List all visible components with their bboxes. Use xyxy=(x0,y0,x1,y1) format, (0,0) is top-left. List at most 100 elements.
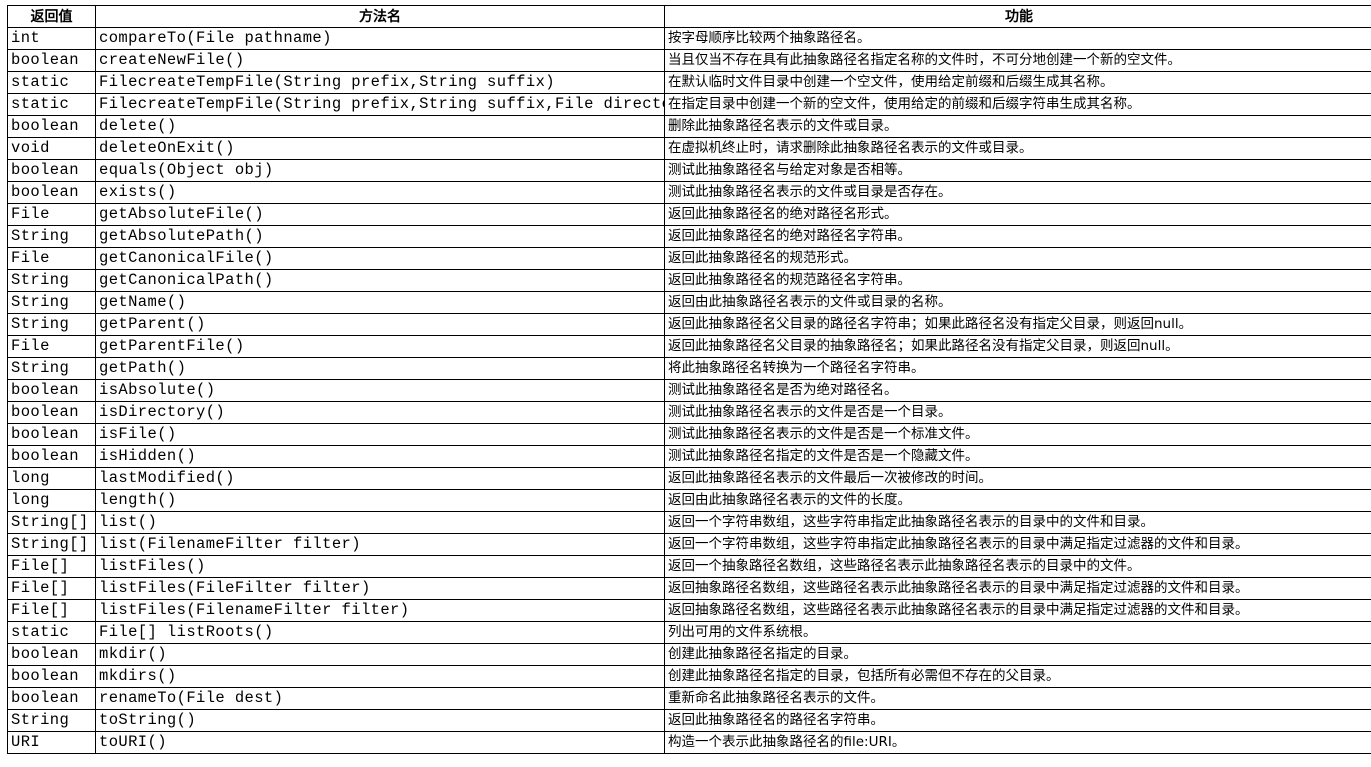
description-cell: 返回一个字符串数组，这些字符串指定此抽象路径名表示的目录中的文件和目录。 xyxy=(665,512,1371,534)
method-name-cell: isAbsolute() xyxy=(96,380,665,402)
method-name-cell: renameTo(File dest) xyxy=(96,688,665,710)
method-name-cell: exists() xyxy=(96,182,665,204)
return-type-cell: boolean xyxy=(8,424,96,446)
description-cell: 返回此抽象路径名的绝对路径名形式。 xyxy=(665,204,1371,226)
return-type-cell: String xyxy=(8,358,96,380)
description-cell: 测试此抽象路径名是否为绝对路径名。 xyxy=(665,380,1371,402)
table-header-row: 返回值 方法名 功能 xyxy=(8,6,1371,28)
table-row: booleancreateNewFile()当且仅当不存在具有此抽象路径名指定名… xyxy=(8,50,1371,72)
method-name-cell: getPath() xyxy=(96,358,665,380)
description-cell: 创建此抽象路径名指定的目录。 xyxy=(665,644,1371,666)
method-name-cell: delete() xyxy=(96,116,665,138)
method-name-cell: isDirectory() xyxy=(96,402,665,424)
table-row: File[]listFiles()返回一个抽象路径名数组，这些路径名表示此抽象路… xyxy=(8,556,1371,578)
method-name-cell: getCanonicalPath() xyxy=(96,270,665,292)
return-type-cell: boolean xyxy=(8,50,96,72)
description-cell: 在虚拟机终止时，请求删除此抽象路径名表示的文件或目录。 xyxy=(665,138,1371,160)
return-type-cell: File[] xyxy=(8,600,96,622)
table-body: intcompareTo(File pathname)按字母顺序比较两个抽象路径… xyxy=(8,28,1371,754)
table-row: StringtoString()返回此抽象路径名的路径名字符串。 xyxy=(8,710,1371,732)
description-cell: 返回此抽象路径名父目录的路径名字符串；如果此路径名没有指定父目录，则返回null… xyxy=(665,314,1371,336)
column-header-function: 功能 xyxy=(665,6,1371,28)
return-type-cell: long xyxy=(8,468,96,490)
description-cell: 返回此抽象路径名表示的文件最后一次被修改的时间。 xyxy=(665,468,1371,490)
description-cell: 返回一个抽象路径名数组，这些路径名表示此抽象路径名表示的目录中的文件。 xyxy=(665,556,1371,578)
table-row: booleanmkdir()创建此抽象路径名指定的目录。 xyxy=(8,644,1371,666)
column-header-method-name: 方法名 xyxy=(96,6,665,28)
description-cell: 在指定目录中创建一个新的空文件，使用给定的前缀和后缀字符串生成其名称。 xyxy=(665,94,1371,116)
description-cell: 返回抽象路径名数组，这些路径名表示此抽象路径名表示的目录中满足指定过滤器的文件和… xyxy=(665,600,1371,622)
description-cell: 测试此抽象路径名表示的文件是否是一个目录。 xyxy=(665,402,1371,424)
method-name-cell: listFiles(FilenameFilter filter) xyxy=(96,600,665,622)
return-type-cell: URI xyxy=(8,732,96,754)
method-name-cell: FilecreateTempFile(String prefix,String … xyxy=(96,72,665,94)
description-cell: 按字母顺序比较两个抽象路径名。 xyxy=(665,28,1371,50)
table-row: StringgetAbsolutePath()返回此抽象路径名的绝对路径名字符串… xyxy=(8,226,1371,248)
return-type-cell: boolean xyxy=(8,666,96,688)
table-row: FilegetCanonicalFile()返回此抽象路径名的规范形式。 xyxy=(8,248,1371,270)
method-name-cell: isFile() xyxy=(96,424,665,446)
return-type-cell: boolean xyxy=(8,160,96,182)
description-cell: 删除此抽象路径名表示的文件或目录。 xyxy=(665,116,1371,138)
return-type-cell: boolean xyxy=(8,446,96,468)
table-row: StringgetPath()将此抽象路径名转换为一个路径名字符串。 xyxy=(8,358,1371,380)
method-name-cell: toString() xyxy=(96,710,665,732)
table-row: booleanisAbsolute()测试此抽象路径名是否为绝对路径名。 xyxy=(8,380,1371,402)
description-cell: 返回抽象路径名数组，这些路径名表示此抽象路径名表示的目录中满足指定过滤器的文件和… xyxy=(665,578,1371,600)
table-row: booleanrenameTo(File dest)重新命名此抽象路径名表示的文… xyxy=(8,688,1371,710)
table-row: FilegetAbsoluteFile()返回此抽象路径名的绝对路径名形式。 xyxy=(8,204,1371,226)
return-type-cell: File[] xyxy=(8,578,96,600)
table-row: booleanisDirectory()测试此抽象路径名表示的文件是否是一个目录… xyxy=(8,402,1371,424)
description-cell: 将此抽象路径名转换为一个路径名字符串。 xyxy=(665,358,1371,380)
description-cell: 返回由此抽象路径名表示的文件或目录的名称。 xyxy=(665,292,1371,314)
description-cell: 重新命名此抽象路径名表示的文件。 xyxy=(665,688,1371,710)
method-name-cell: length() xyxy=(96,490,665,512)
description-cell: 在默认临时文件目录中创建一个空文件，使用给定前缀和后缀生成其名称。 xyxy=(665,72,1371,94)
return-type-cell: String xyxy=(8,226,96,248)
return-type-cell: File xyxy=(8,248,96,270)
method-name-cell: getName() xyxy=(96,292,665,314)
method-name-cell: mkdirs() xyxy=(96,666,665,688)
return-type-cell: String[] xyxy=(8,534,96,556)
description-cell: 返回由此抽象路径名表示的文件的长度。 xyxy=(665,490,1371,512)
method-name-cell: list() xyxy=(96,512,665,534)
method-name-cell: deleteOnExit() xyxy=(96,138,665,160)
file-methods-table: 返回值 方法名 功能 intcompareTo(File pathname)按字… xyxy=(7,5,1371,754)
method-name-cell: getAbsoluteFile() xyxy=(96,204,665,226)
table-row: booleanisFile()测试此抽象路径名表示的文件是否是一个标准文件。 xyxy=(8,424,1371,446)
method-name-cell: listFiles(FileFilter filter) xyxy=(96,578,665,600)
description-cell: 构造一个表示此抽象路径名的file:URI。 xyxy=(665,732,1371,754)
table-row: StringgetCanonicalPath()返回此抽象路径名的规范路径名字符… xyxy=(8,270,1371,292)
description-cell: 当且仅当不存在具有此抽象路径名指定名称的文件时，不可分地创建一个新的空文件。 xyxy=(665,50,1371,72)
method-name-cell: compareTo(File pathname) xyxy=(96,28,665,50)
description-cell: 返回此抽象路径名的路径名字符串。 xyxy=(665,710,1371,732)
description-cell: 返回此抽象路径名的绝对路径名字符串。 xyxy=(665,226,1371,248)
table-row: StringgetName()返回由此抽象路径名表示的文件或目录的名称。 xyxy=(8,292,1371,314)
table-row: File[]listFiles(FilenameFilter filter)返回… xyxy=(8,600,1371,622)
table-row: longlastModified()返回此抽象路径名表示的文件最后一次被修改的时… xyxy=(8,468,1371,490)
description-cell: 返回此抽象路径名父目录的抽象路径名；如果此路径名没有指定父目录，则返回null。 xyxy=(665,336,1371,358)
return-type-cell: static xyxy=(8,72,96,94)
method-name-cell: File[] listRoots() xyxy=(96,622,665,644)
return-type-cell: boolean xyxy=(8,182,96,204)
return-type-cell: String xyxy=(8,292,96,314)
return-type-cell: long xyxy=(8,490,96,512)
return-type-cell: boolean xyxy=(8,644,96,666)
description-cell: 测试此抽象路径名表示的文件或目录是否存在。 xyxy=(665,182,1371,204)
method-name-cell: isHidden() xyxy=(96,446,665,468)
description-cell: 测试此抽象路径名指定的文件是否是一个隐藏文件。 xyxy=(665,446,1371,468)
table-row: booleanequals(Object obj)测试此抽象路径名与给定对象是否… xyxy=(8,160,1371,182)
table-row: staticFilecreateTempFile(String prefix,S… xyxy=(8,72,1371,94)
return-type-cell: File xyxy=(8,204,96,226)
method-name-cell: listFiles() xyxy=(96,556,665,578)
method-name-cell: toURI() xyxy=(96,732,665,754)
table-row: URItoURI()构造一个表示此抽象路径名的file:URI。 xyxy=(8,732,1371,754)
return-type-cell: boolean xyxy=(8,380,96,402)
table-row: booleanisHidden()测试此抽象路径名指定的文件是否是一个隐藏文件。 xyxy=(8,446,1371,468)
method-name-cell: FilecreateTempFile(String prefix,String … xyxy=(96,94,665,116)
method-name-cell: list(FilenameFilter filter) xyxy=(96,534,665,556)
method-name-cell: equals(Object obj) xyxy=(96,160,665,182)
method-name-cell: getCanonicalFile() xyxy=(96,248,665,270)
table-row: booleandelete()删除此抽象路径名表示的文件或目录。 xyxy=(8,116,1371,138)
table-row: intcompareTo(File pathname)按字母顺序比较两个抽象路径… xyxy=(8,28,1371,50)
